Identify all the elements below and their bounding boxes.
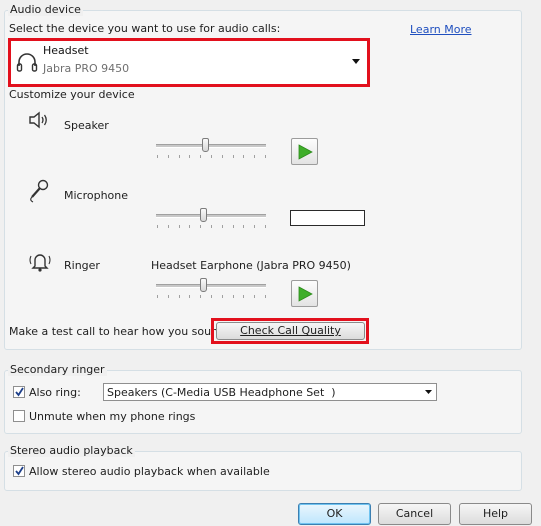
microphone-slider-track [156, 214, 266, 218]
check-call-quality-highlight [211, 318, 369, 344]
speaker-icon [27, 108, 51, 132]
play-icon [298, 286, 313, 302]
customize-device-label: Customize your device [9, 88, 135, 101]
slider-tick [211, 225, 212, 228]
secondary-ringer-group [4, 370, 522, 434]
cancel-label: Cancel [395, 507, 434, 520]
speaker-slider-thumb[interactable] [202, 138, 210, 152]
play-icon [298, 144, 313, 160]
help-button[interactable]: Help [459, 503, 532, 525]
also-ring-checkbox[interactable] [13, 386, 25, 398]
slider-tick [265, 295, 266, 298]
ringer-device-label: Headset Earphone (Jabra PRO 9450) [151, 259, 351, 272]
also-ring-value: Speakers (C-Media USB Headphone Set ) [107, 386, 336, 399]
slider-tick [265, 155, 266, 158]
audio-device-group-title: Audio device [8, 3, 83, 16]
slider-tick [178, 295, 180, 298]
speaker-play-button[interactable] [291, 138, 318, 165]
ringer-slider-thumb[interactable] [200, 278, 208, 292]
slider-tick [232, 225, 234, 228]
slider-tick [200, 295, 202, 298]
also-ring-label: Also ring: [29, 386, 81, 399]
slider-tick [157, 225, 158, 228]
slider-tick [254, 225, 256, 228]
microphone-label: Microphone [64, 189, 129, 202]
slider-tick [200, 225, 202, 228]
slider-tick [211, 155, 212, 158]
slider-tick [265, 225, 266, 228]
microphone-icon [27, 178, 51, 204]
microphone-slider-ticks [157, 225, 267, 229]
speaker-slider-ticks [157, 155, 267, 159]
slider-tick [178, 225, 180, 228]
slider-tick [189, 295, 191, 298]
speaker-slider-track [156, 144, 266, 148]
stereo-playback-label: Allow stereo audio playback when availab… [29, 465, 270, 478]
slider-tick [200, 155, 202, 158]
slider-tick [232, 295, 234, 298]
ringer-slider-track [156, 284, 266, 288]
speaker-label: Speaker [64, 119, 109, 132]
slider-tick [221, 295, 223, 298]
slider-tick [211, 295, 212, 298]
slider-tick [189, 155, 191, 158]
slider-tick [157, 155, 158, 158]
cancel-button[interactable]: Cancel [378, 503, 451, 525]
slider-tick [167, 225, 169, 228]
checkmark-icon [15, 466, 24, 476]
ringer-bell-icon [27, 248, 53, 274]
microphone-level-meter [290, 210, 365, 226]
microphone-slider-thumb[interactable] [200, 208, 208, 222]
slider-tick [157, 295, 158, 298]
help-label: Help [482, 507, 509, 520]
secondary-ringer-title: Secondary ringer [8, 363, 107, 376]
stereo-playback-checkbox[interactable] [13, 465, 25, 477]
dropdown-arrow-icon [425, 390, 432, 394]
slider-tick [221, 225, 223, 228]
also-ring-select[interactable]: Speakers (C-Media USB Headphone Set ) [103, 383, 437, 401]
ringer-slider-ticks [157, 295, 267, 299]
ok-label: OK [326, 507, 343, 520]
stereo-playback-title: Stereo audio playback [8, 444, 135, 457]
checkmark-icon [15, 387, 24, 397]
ringer-play-button[interactable] [291, 280, 318, 307]
slider-tick [254, 295, 256, 298]
slider-tick [254, 155, 256, 158]
slider-tick [243, 155, 245, 158]
slider-tick [167, 295, 169, 298]
device-select-highlight [8, 38, 370, 87]
slider-tick [221, 155, 223, 158]
slider-tick [178, 155, 180, 158]
ok-button[interactable]: OK [298, 503, 371, 525]
ringer-label: Ringer [64, 259, 100, 272]
learn-more-link[interactable]: Learn More [410, 23, 472, 36]
slider-tick [232, 155, 234, 158]
select-device-prompt: Select the device you want to use for au… [9, 22, 281, 35]
slider-tick [189, 225, 191, 228]
slider-tick [243, 295, 245, 298]
slider-tick [167, 155, 169, 158]
unmute-checkbox[interactable] [13, 410, 25, 422]
slider-tick [243, 225, 245, 228]
test-call-prompt: Make a test call to hear how you sound [9, 325, 226, 338]
unmute-label: Unmute when my phone rings [29, 410, 196, 423]
